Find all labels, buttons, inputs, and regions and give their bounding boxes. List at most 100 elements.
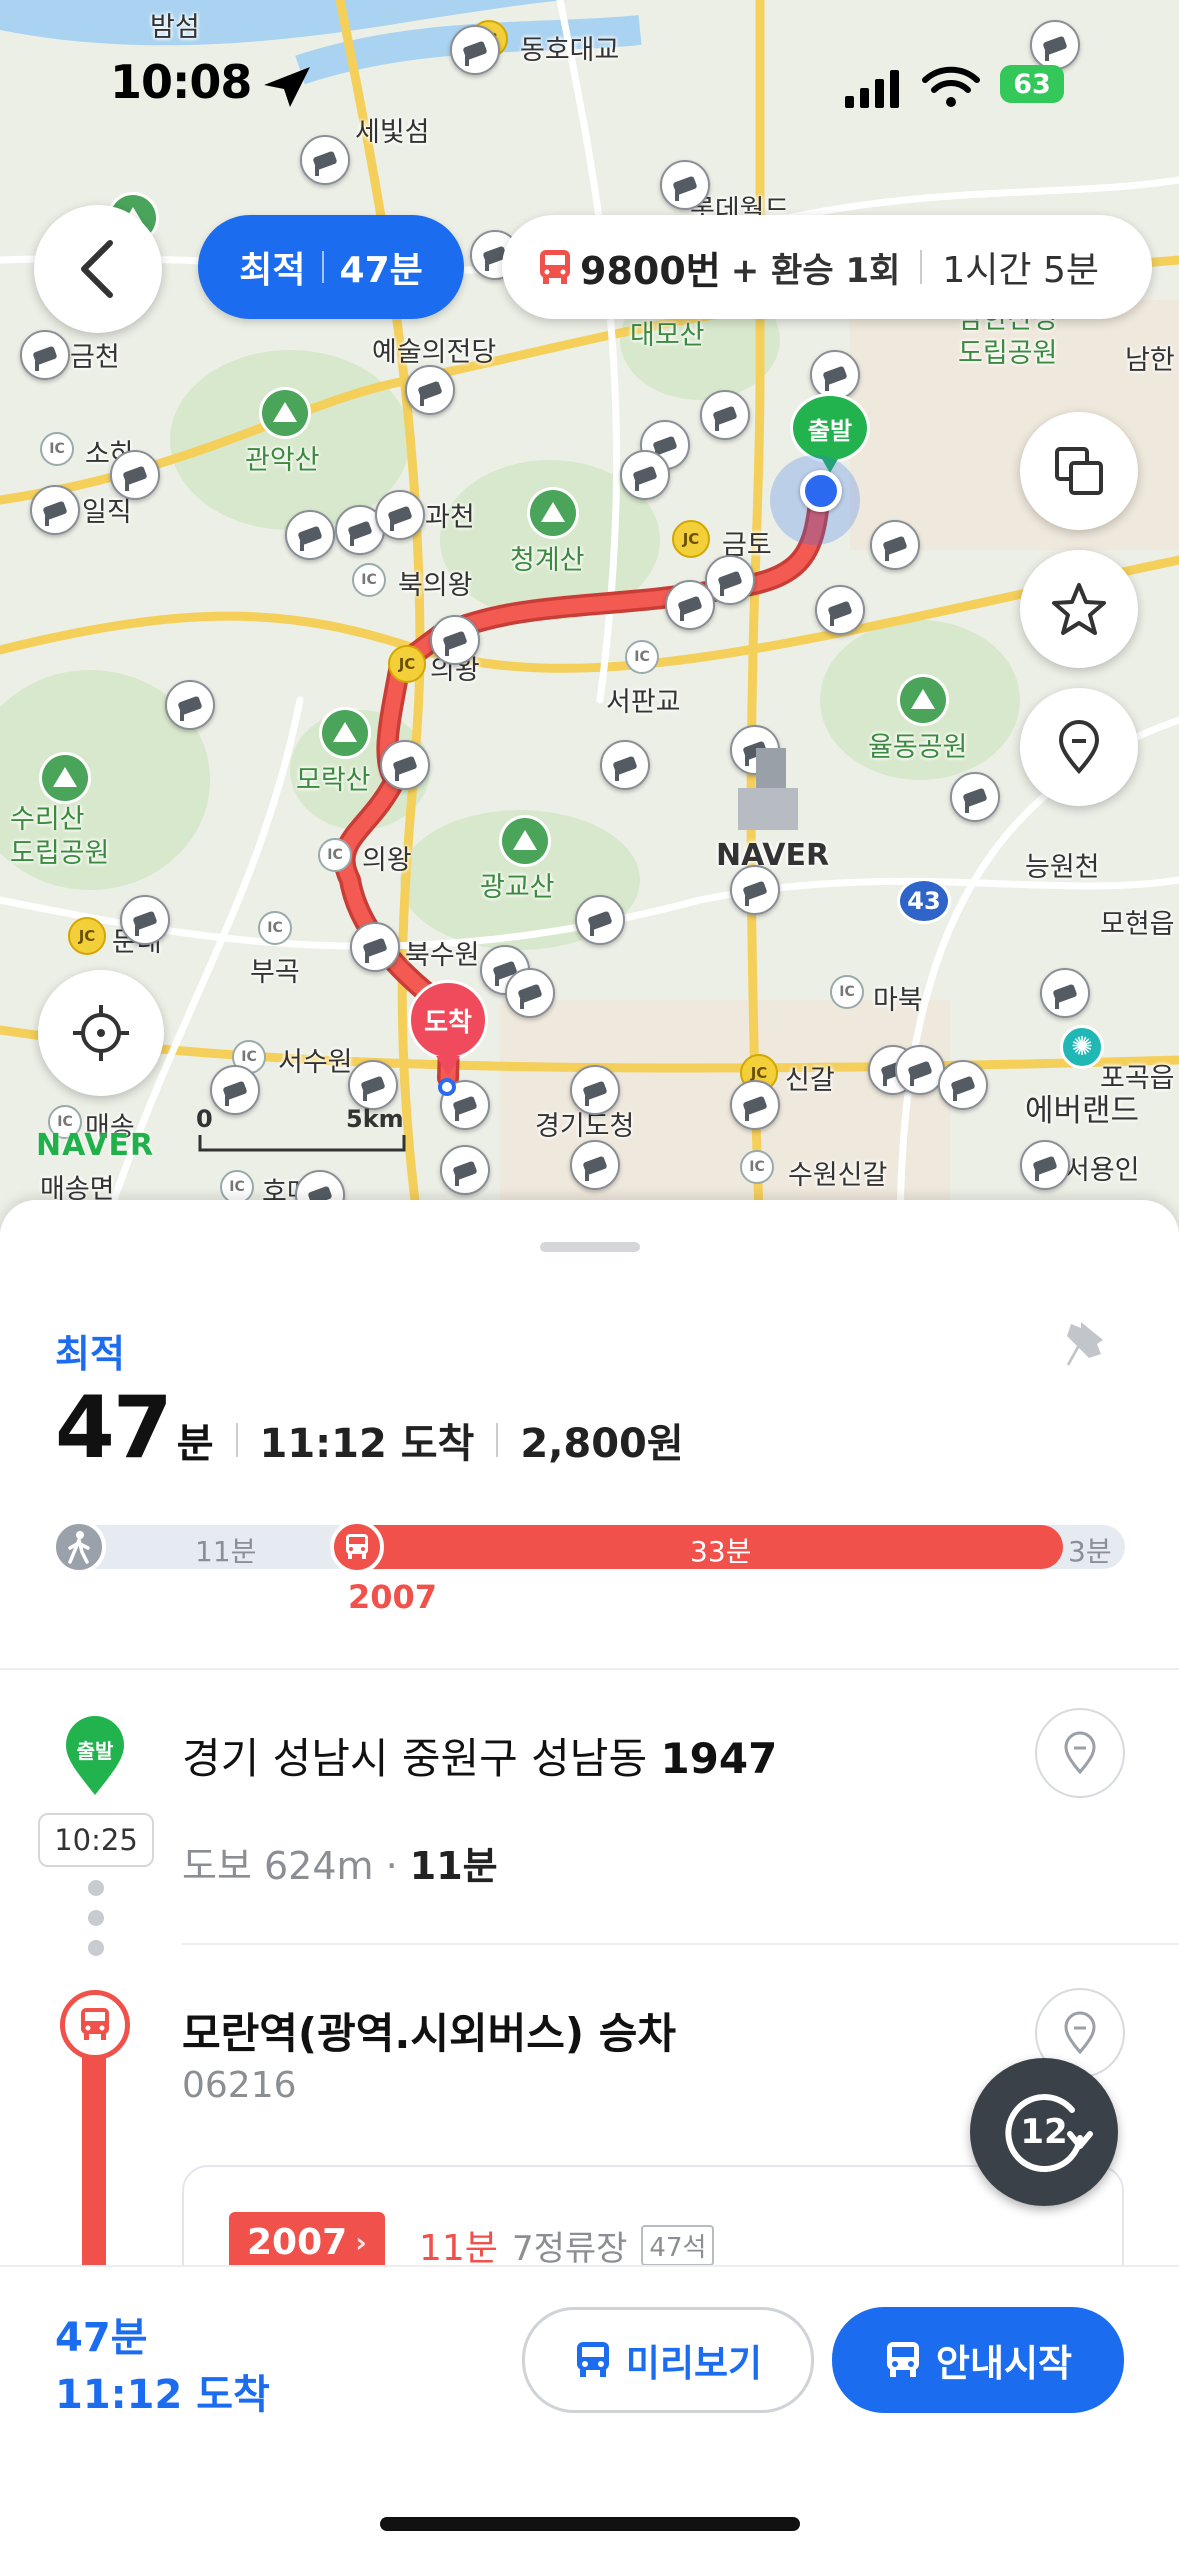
mountain-icon bbox=[530, 490, 576, 536]
speed-camera-icon bbox=[30, 485, 80, 535]
map-label: 모현읍 bbox=[1100, 909, 1175, 940]
map-label: 예술의전당 bbox=[372, 337, 497, 368]
pin-icon[interactable] bbox=[1063, 1318, 1115, 1376]
start-address-number: 1947 bbox=[660, 1734, 778, 1783]
preview-button[interactable]: 미리보기 bbox=[522, 2307, 814, 2413]
map-base bbox=[0, 0, 1179, 1240]
speed-camera-icon bbox=[870, 520, 920, 570]
battery-indicator: 63 bbox=[1000, 65, 1064, 103]
speed-camera-icon bbox=[450, 25, 500, 75]
route-summary-chip[interactable]: 9800번 + 환승 1회 1시간 5분 bbox=[502, 215, 1152, 319]
scale-zero: 0 bbox=[196, 1105, 213, 1133]
mountain-icon bbox=[42, 755, 88, 801]
bus-icon bbox=[330, 1520, 384, 1574]
start-pin-label: 출발 bbox=[790, 393, 870, 463]
bottom-action-bar: 47분 11:12 도착 미리보기 안내시작 bbox=[0, 2265, 1179, 2556]
summary-minutes-unit: 분 bbox=[176, 1421, 214, 1467]
speed-camera-icon bbox=[950, 772, 1000, 822]
map-label: 능원천 bbox=[1025, 852, 1100, 883]
end-pin-label: 도착 bbox=[408, 980, 488, 1060]
map-label: 세빛섬 bbox=[355, 117, 430, 148]
mountain-icon bbox=[262, 390, 308, 436]
speed-camera-icon bbox=[815, 585, 865, 635]
map-label: 부곡 bbox=[250, 957, 300, 988]
speed-camera-icon bbox=[20, 330, 70, 380]
ic-marker: IC bbox=[625, 640, 659, 674]
end-pin[interactable]: 도착 bbox=[408, 980, 488, 1096]
current-location-dot bbox=[800, 470, 842, 512]
map-label: 서판교 bbox=[606, 687, 681, 718]
route-map[interactable]: 밤섬 동호대교 세빛섬 롯데월드 금천 예술의전당 대모산 남한산성 도립공원 … bbox=[0, 0, 1179, 1240]
bus-number-badge[interactable]: 2007 › bbox=[229, 2212, 385, 2272]
map-label: 금천 bbox=[70, 342, 120, 373]
location-arrow-icon bbox=[264, 67, 310, 107]
sheet-handle[interactable] bbox=[540, 1242, 640, 1252]
speed-camera-icon bbox=[620, 450, 670, 500]
route-43-shield: 43 bbox=[897, 878, 951, 924]
map-label: 과천 bbox=[425, 502, 475, 533]
walk-dot bbox=[88, 1940, 104, 1956]
speed-camera-icon bbox=[570, 1140, 620, 1190]
home-indicator[interactable] bbox=[380, 2517, 800, 2531]
walk-dot bbox=[88, 1880, 104, 1896]
back-button[interactable] bbox=[34, 205, 162, 333]
map-label: 수원신갈 bbox=[788, 1160, 888, 1191]
jc-marker: JC bbox=[388, 645, 426, 683]
speed-camera-icon bbox=[575, 895, 625, 945]
route-bus-number: 9800번 bbox=[580, 248, 721, 293]
walk-distance: 도보 624m · bbox=[182, 1844, 410, 1888]
favorite-button[interactable] bbox=[1020, 550, 1138, 668]
start-navigation-button[interactable]: 안내시작 bbox=[832, 2307, 1124, 2413]
start-time: 10:25 bbox=[38, 1813, 154, 1867]
start-marker-icon: 출발 bbox=[64, 1715, 126, 1795]
map-label: 서수원 bbox=[278, 1047, 353, 1078]
walk-dot bbox=[88, 1910, 104, 1926]
bus-stops: 7정류장 bbox=[511, 2228, 628, 2269]
divider bbox=[0, 1668, 1179, 1670]
map-label: 남한 bbox=[1125, 345, 1175, 376]
jc-marker: JC bbox=[68, 917, 106, 955]
chevron-right-icon: › bbox=[355, 2225, 367, 2259]
segment-walk2: 3분 bbox=[1068, 1535, 1112, 1568]
map-label: 북의왕 bbox=[398, 570, 473, 601]
speed-camera-icon bbox=[1040, 968, 1090, 1018]
map-label: 밤섬 bbox=[150, 12, 200, 43]
speed-camera-icon bbox=[1020, 1140, 1070, 1190]
speed-camera-icon bbox=[430, 615, 480, 665]
route-option-time: 47분 bbox=[339, 250, 423, 291]
place-button[interactable] bbox=[1020, 688, 1138, 806]
layers-button[interactable] bbox=[1020, 412, 1138, 530]
refresh-countdown: 12 bbox=[1020, 2112, 1068, 2152]
star-icon bbox=[1052, 583, 1106, 635]
footer-minutes: 47분 bbox=[55, 2315, 148, 2361]
my-location-button[interactable] bbox=[38, 970, 164, 1096]
speed-camera-icon bbox=[348, 1060, 398, 1110]
map-label: 광교산 bbox=[480, 872, 555, 903]
bus-stop-icon bbox=[60, 1990, 130, 2060]
route-transfer: + 환승 1회 bbox=[730, 250, 901, 291]
board-stop-name[interactable]: 모란역(광역.시외버스) 승차 bbox=[182, 2000, 676, 2061]
wifi-icon bbox=[922, 66, 980, 107]
map-label: 의왕 bbox=[362, 845, 412, 876]
speed-camera-icon bbox=[285, 510, 335, 560]
start-address-prefix: 경기 성남시 중원구 성남동 bbox=[182, 1734, 661, 1783]
divider bbox=[182, 1943, 1179, 1945]
map-label: 율동공원 bbox=[868, 732, 968, 763]
scale-label: 5km bbox=[346, 1105, 404, 1133]
start-marker-label: 출발 bbox=[76, 1739, 114, 1763]
ic-marker: IC bbox=[40, 432, 74, 466]
ic-marker: IC bbox=[258, 911, 292, 945]
start-address[interactable]: 경기 성남시 중원구 성남동 1947 bbox=[182, 1725, 777, 1786]
start-label: 안내시작 bbox=[935, 2342, 1073, 2385]
bus-eta: 11분 bbox=[419, 2228, 498, 2269]
route-category: 최적 bbox=[55, 1332, 125, 1376]
bus-seats: 47석 bbox=[641, 2224, 715, 2266]
speed-camera-icon bbox=[505, 968, 555, 1018]
segment-bus-time: 33분 bbox=[690, 1535, 752, 1568]
naver-hq-label: NAVER bbox=[716, 838, 830, 873]
naver-building-icon bbox=[738, 748, 798, 830]
start-location-button[interactable] bbox=[1035, 1708, 1125, 1798]
refresh-button[interactable]: 12 bbox=[970, 2058, 1118, 2206]
route-option-chip[interactable]: 최적 47분 bbox=[198, 215, 464, 319]
walk-info: 도보 624m · 11분 bbox=[182, 1835, 498, 1890]
